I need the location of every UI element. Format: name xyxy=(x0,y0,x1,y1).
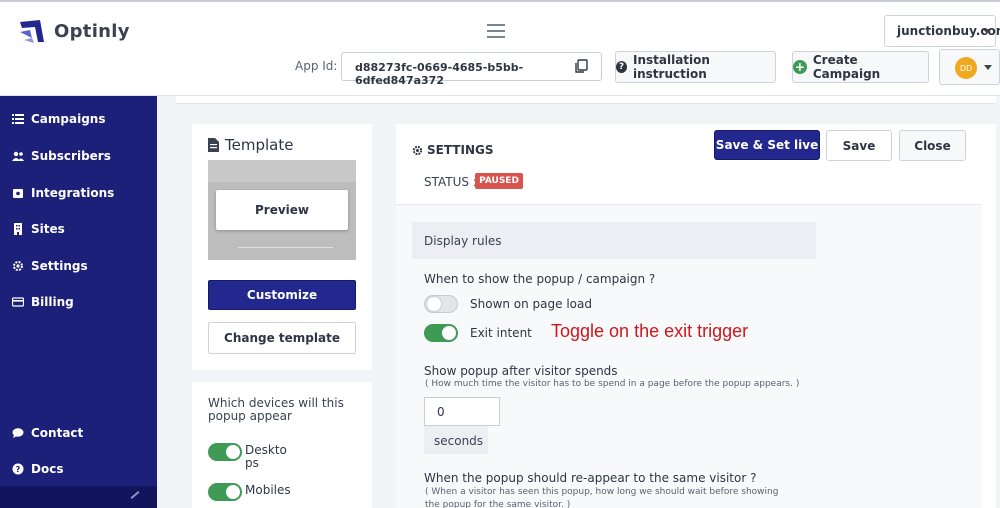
status-badge: PAUSED xyxy=(475,173,523,189)
chevron-down-icon xyxy=(983,29,991,34)
create-campaign-button[interactable]: + Create Campaign xyxy=(792,51,929,83)
plus-circle-icon: + xyxy=(793,60,807,74)
sidebar-item-label: Subscribers xyxy=(31,149,111,163)
spend-time-help: ( How much time the visitor has to be sp… xyxy=(425,379,800,389)
sidebar-item-sites[interactable]: Sites xyxy=(12,222,65,236)
sidebar-item-campaigns[interactable]: Campaigns xyxy=(12,112,105,126)
reappear-help: ( When a visitor has seen this popup, ho… xyxy=(425,487,779,508)
desktop-toggle[interactable] xyxy=(208,443,242,461)
building-icon xyxy=(14,223,22,235)
settings-title-text: SETTINGS xyxy=(427,143,494,157)
svg-text:?: ? xyxy=(16,465,21,474)
sidebar-item-label: Billing xyxy=(31,295,74,309)
reappear-label: When the popup should re-appear to the s… xyxy=(424,471,757,485)
spend-time-label: Show popup after visitor spends xyxy=(424,364,618,378)
brand-name: Optinly xyxy=(54,21,130,42)
status-label: STATUS : xyxy=(424,175,477,189)
sidebar-item-docs[interactable]: ? Docs xyxy=(12,462,63,476)
sidebar-item-subscribers[interactable]: Subscribers xyxy=(12,149,111,163)
devices-title: Which devices will this popup appear xyxy=(208,396,344,423)
settings-title: SETTINGS xyxy=(412,143,494,157)
template-title-text: Template xyxy=(225,136,294,154)
credit-card-icon xyxy=(12,297,24,307)
close-button[interactable]: Close xyxy=(899,130,966,161)
avatar: DD xyxy=(955,57,977,79)
save-button[interactable]: Save xyxy=(826,130,892,161)
customize-button[interactable]: Customize xyxy=(208,280,356,310)
spend-time-input[interactable]: 0 xyxy=(424,397,500,426)
desktop-label: Deskto ps xyxy=(245,443,287,470)
change-template-button[interactable]: Change template xyxy=(208,322,356,354)
sidebar-item-label: Integrations xyxy=(31,186,115,200)
sidebar: Campaigns Subscribers Integrations Sites… xyxy=(0,96,157,508)
sidebar-item-contact[interactable]: Contact xyxy=(12,426,83,440)
display-rules-header: Display rules xyxy=(412,222,816,259)
installation-instruction-button[interactable]: ? Installation instruction xyxy=(615,51,776,83)
seconds-unit: seconds xyxy=(424,426,488,454)
site-select[interactable]: junctionbuy.com xyxy=(884,15,1000,47)
top-header: Optinly junctionbuy.com App Id: d88273fc… xyxy=(0,2,1000,96)
chat-icon xyxy=(12,428,24,438)
question-icon: ? xyxy=(12,463,24,475)
page-load-toggle[interactable] xyxy=(424,295,458,313)
list-icon xyxy=(12,114,24,124)
users-icon xyxy=(12,151,24,161)
copy-icon[interactable] xyxy=(574,59,588,74)
content-header-strip xyxy=(176,96,996,104)
sidebar-item-label: Campaigns xyxy=(31,112,106,126)
page-load-label: Shown on page load xyxy=(470,297,592,311)
sidebar-item-settings[interactable]: Settings xyxy=(12,259,88,273)
sidebar-item-label: Sites xyxy=(31,222,65,236)
mobile-label: Mobiles xyxy=(245,483,291,497)
sidebar-item-label: Contact xyxy=(31,426,84,440)
installation-instruction-label: Installation instruction xyxy=(633,53,710,81)
annotation-text: Toggle on the exit trigger xyxy=(551,321,749,341)
file-icon xyxy=(208,138,219,152)
user-menu[interactable]: DD xyxy=(939,49,1000,85)
sidebar-item-label: Docs xyxy=(31,462,64,476)
app-id-value: d88273fc-0669-4685-b5bb-6dfed847a372 xyxy=(355,61,524,87)
puzzle-icon xyxy=(13,189,23,198)
preview-button[interactable]: Preview xyxy=(216,190,348,230)
template-title: Template xyxy=(208,136,293,154)
when-to-show-label: When to show the popup / campaign ? xyxy=(424,272,656,286)
menu-toggle-icon[interactable] xyxy=(487,24,505,38)
create-campaign-label: Create Campaign xyxy=(812,53,881,81)
app-id-field[interactable]: d88273fc-0669-4685-b5bb-6dfed847a372 xyxy=(341,52,602,87)
mobile-toggle[interactable] xyxy=(208,483,242,501)
sidebar-item-billing[interactable]: Billing xyxy=(12,295,74,309)
gear-icon xyxy=(412,145,423,155)
exit-intent-toggle[interactable] xyxy=(424,324,458,342)
chevron-down-icon xyxy=(984,65,992,70)
app-id-label: App Id: xyxy=(295,59,338,73)
sidebar-item-label: Settings xyxy=(31,259,88,273)
exit-intent-label: Exit intent xyxy=(470,326,532,340)
sidebar-item-integrations[interactable]: Integrations xyxy=(12,186,114,200)
gear-icon xyxy=(13,261,23,271)
question-circle-icon: ? xyxy=(616,61,627,73)
optinly-logo xyxy=(20,20,44,43)
save-set-live-button[interactable]: Save & Set live xyxy=(714,130,820,160)
